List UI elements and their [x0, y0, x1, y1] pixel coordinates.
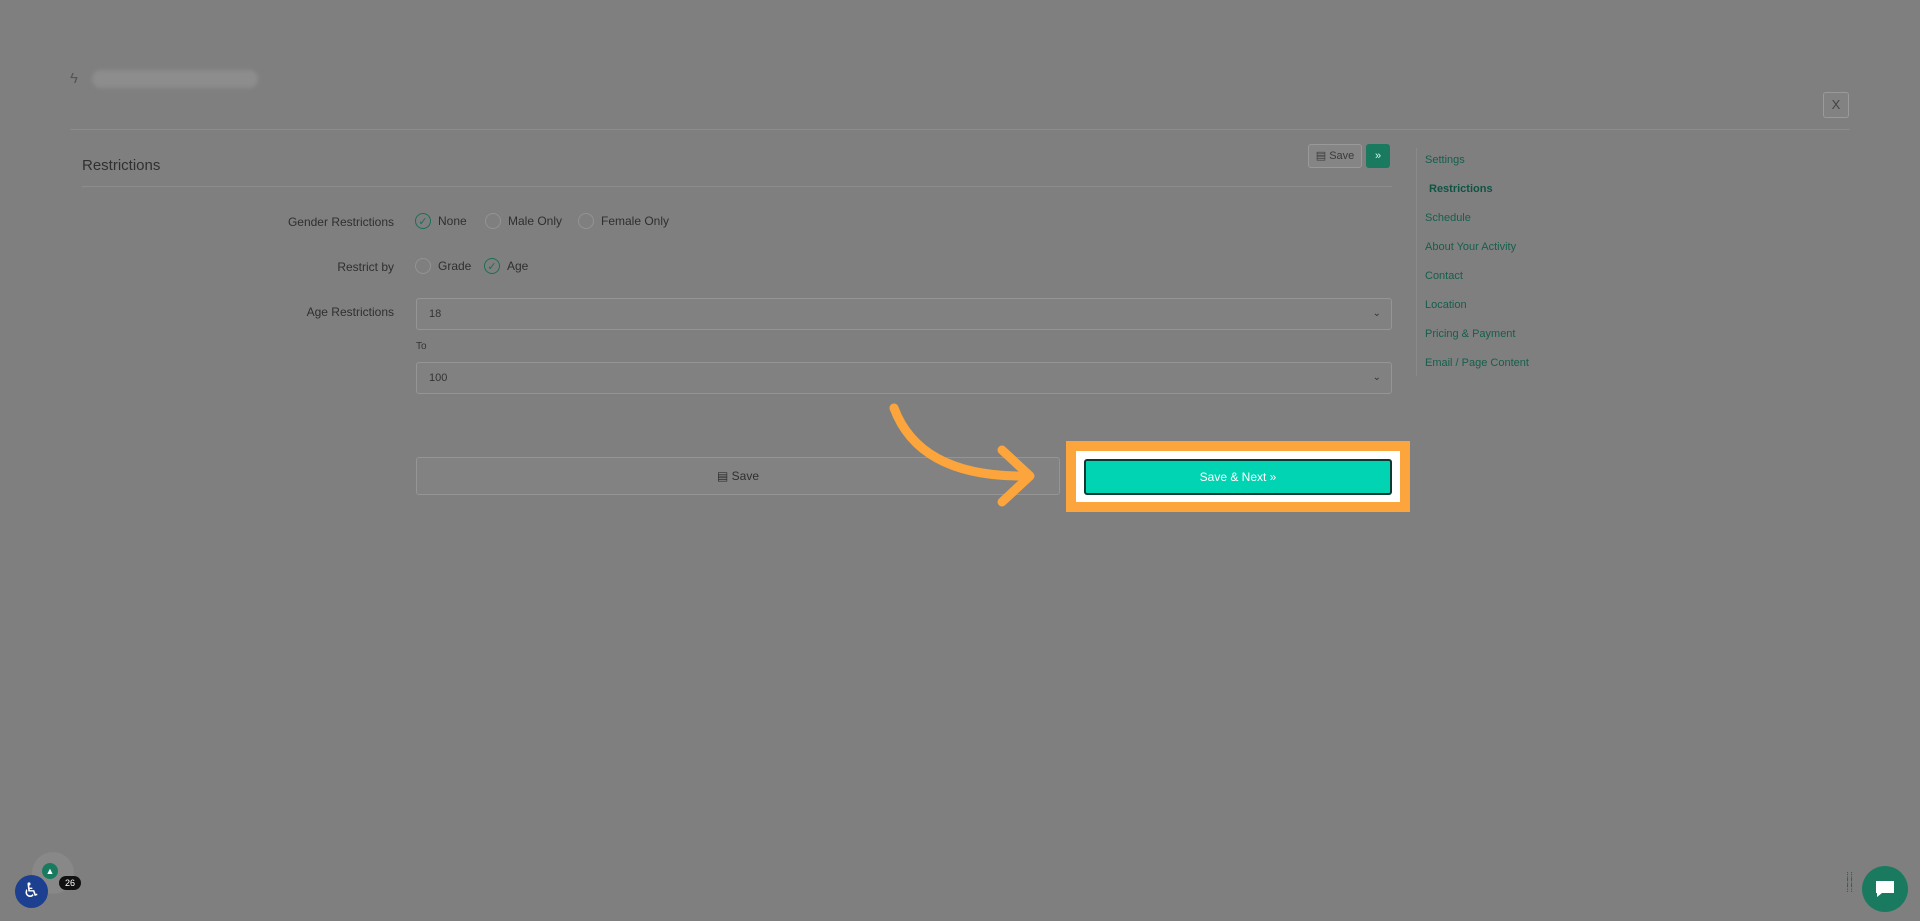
gender-female-label: Female Only [601, 214, 670, 228]
gender-male-label: Male Only [508, 214, 563, 228]
chevron-down-icon: ⌄ [1372, 372, 1381, 383]
nav-item-email[interactable]: Email / Page Content [1425, 357, 1529, 369]
top-next-button[interactable]: » [1366, 144, 1390, 168]
top-save-label: Save [1329, 150, 1355, 162]
nav-item-contact[interactable]: Contact [1425, 270, 1463, 282]
pointer-arrow [889, 403, 1035, 507]
to-label: To [416, 341, 427, 352]
radio-circle [578, 213, 594, 229]
save-icon: ▤ [1315, 150, 1327, 162]
gender-female-radio[interactable]: Female Only [578, 212, 669, 230]
radio-circle [485, 213, 501, 229]
gender-none-radio[interactable]: ✓ None [415, 212, 467, 230]
check-icon: ✓ [484, 258, 500, 274]
section-divider [82, 186, 1392, 187]
chat-button[interactable] [1862, 866, 1908, 912]
gender-male-radio[interactable]: Male Only [485, 212, 562, 230]
chevron-down-icon: ⌄ [1372, 308, 1381, 319]
save-label: Save [731, 469, 760, 483]
check-icon: ✓ [415, 213, 431, 229]
save-next-button[interactable]: Save & Next » [1084, 459, 1392, 495]
chevron-up-icon: ▲ [42, 863, 58, 879]
age-max-value: 100 [429, 372, 448, 384]
nav-item-location[interactable]: Location [1425, 299, 1467, 311]
age-min-select[interactable]: 18 ⌄ [416, 298, 1392, 330]
bolt-icon: ϟ [70, 70, 78, 87]
nav-item-restrictions[interactable]: Restrictions [1429, 183, 1493, 195]
nav-item-pricing[interactable]: Pricing & Payment [1425, 328, 1515, 340]
nav-item-schedule[interactable]: Schedule [1425, 212, 1471, 224]
header-divider [70, 129, 1850, 130]
accessibility-icon: ♿ [22, 880, 41, 902]
radio-circle [415, 258, 431, 274]
close-button[interactable]: X [1823, 92, 1849, 118]
top-save-button[interactable]: ▤ Save [1308, 144, 1362, 168]
notification-count: 26 [59, 876, 81, 890]
side-nav: Settings Restrictions Schedule About You… [1416, 148, 1546, 376]
restrict-age-label: Age [507, 259, 529, 273]
accessibility-button[interactable]: ♿ [15, 875, 48, 908]
age-restrictions-label: Age Restrictions [306, 305, 394, 319]
grip-icon[interactable]: ⁞⁞ ⁞⁞ ⁞⁞ [1846, 872, 1856, 898]
nav-item-about[interactable]: About Your Activity [1425, 241, 1516, 253]
page: ϟ X Restrictions ▤ Save » Gender Restric… [0, 0, 1920, 921]
age-max-select[interactable]: 100 ⌄ [416, 362, 1392, 394]
restrict-age-radio[interactable]: ✓ Age [484, 257, 528, 275]
age-min-value: 18 [429, 308, 442, 320]
gender-restrictions-label: Gender Restrictions [287, 215, 394, 229]
blurred-page-title [92, 70, 258, 88]
restrict-grade-label: Grade [438, 259, 472, 273]
gender-none-label: None [438, 214, 467, 228]
restrict-by-label: Restrict by [337, 260, 394, 274]
nav-item-settings[interactable]: Settings [1425, 154, 1465, 166]
section-title: Restrictions [82, 157, 161, 174]
save-icon: ▤ [716, 469, 729, 483]
chat-bubble-icon [1876, 881, 1894, 897]
restrict-grade-radio[interactable]: Grade [415, 257, 471, 275]
